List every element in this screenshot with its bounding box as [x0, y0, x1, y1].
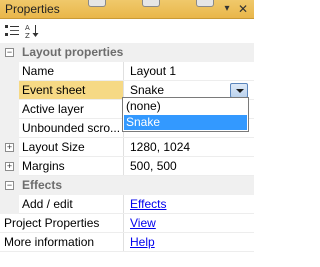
categorized-list-icon[interactable] — [4, 23, 20, 39]
dropdown-option-snake[interactable]: Snake — [124, 115, 247, 130]
property-label: Event sheet — [19, 81, 123, 100]
property-row-project-properties[interactable]: Project Properties View — [0, 214, 254, 233]
property-row-margins[interactable]: + Margins 500, 500 — [0, 157, 254, 176]
svg-text:Z: Z — [25, 32, 30, 39]
property-label: Layout Size — [22, 140, 85, 154]
expand-icon[interactable]: + — [5, 143, 14, 152]
help-link[interactable]: Help — [130, 235, 155, 249]
expand-icon[interactable]: + — [5, 162, 14, 171]
property-label: More information — [4, 235, 95, 249]
collapse-icon[interactable]: − — [5, 181, 14, 190]
collapse-icon[interactable]: − — [5, 48, 14, 57]
property-row-add-edit[interactable]: Add / edit Effects — [0, 195, 254, 214]
view-link[interactable]: View — [130, 216, 156, 230]
pin-icon[interactable]: ▾ — [220, 3, 234, 15]
sort-az-icon[interactable]: A Z — [24, 23, 40, 39]
property-row-name[interactable]: Name Layout 1 — [0, 62, 254, 81]
chevron-down-icon[interactable] — [230, 83, 248, 98]
dropdown-option-none[interactable]: (none) — [124, 99, 247, 114]
property-row-more-information[interactable]: More information Help — [0, 233, 254, 252]
property-value[interactable]: 500, 500 — [130, 159, 177, 173]
panel-title: Properties — [5, 2, 60, 16]
property-value[interactable]: 1280, 1024 — [130, 140, 190, 154]
property-grid: − Layout properties Name Layout 1 Event … — [0, 43, 254, 252]
tab-stub-1[interactable] — [88, 0, 106, 7]
property-label: Margins — [22, 159, 65, 173]
event-sheet-select[interactable]: Snake — [130, 83, 164, 97]
event-sheet-dropdown-list: (none) Snake — [122, 97, 249, 132]
property-value[interactable]: Layout 1 — [130, 64, 176, 78]
effects-link[interactable]: Effects — [130, 197, 166, 211]
property-label: Active layer — [22, 102, 85, 116]
panel-titlebar: Properties ▾ ✕ — [0, 0, 254, 19]
tab-stub-3[interactable] — [196, 0, 214, 7]
property-label: Project Properties — [4, 216, 100, 230]
category-effects[interactable]: − Effects — [0, 176, 254, 195]
close-icon[interactable]: ✕ — [236, 2, 250, 16]
svg-text:A: A — [25, 24, 30, 32]
category-layout-properties[interactable]: − Layout properties — [0, 43, 254, 62]
property-label: Name — [22, 64, 55, 78]
property-label: Unbounded scro... — [22, 121, 121, 135]
properties-toolbar: A Z — [0, 19, 254, 43]
tab-stub-2[interactable] — [142, 0, 160, 7]
property-label: Add / edit — [22, 197, 73, 211]
property-row-layout-size[interactable]: + Layout Size 1280, 1024 — [0, 138, 254, 157]
